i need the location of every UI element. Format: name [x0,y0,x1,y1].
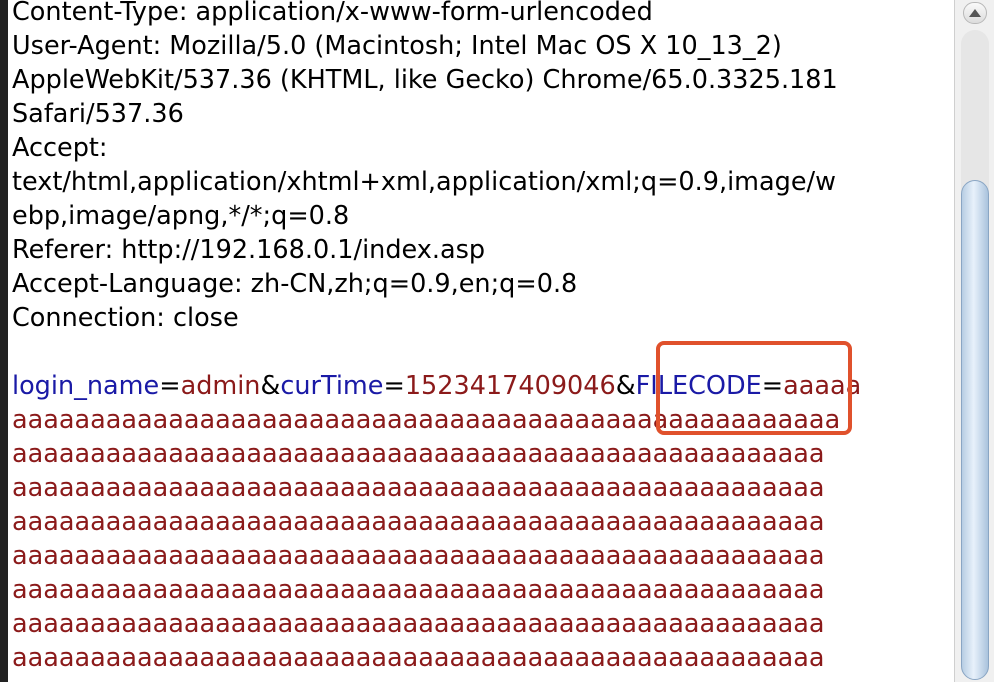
filecode-value-line: aaaaaaaaaaaaaaaaaaaaaaaaaaaaaaaaaaaaaaaa… [12,439,825,469]
ampersand: & [260,371,281,401]
equals-sign: = [383,371,405,401]
scroll-up-button[interactable] [963,2,987,24]
filecode-value-line: aaaaaaaaaaaaaaaaaaaaaaaaaaaaaaaaaaaaaaaa… [12,643,825,673]
param-value-curtime: 1523417409046 [404,371,616,401]
header-line: AppleWebKit/537.36 (KHTML, like Gecko) C… [12,65,838,95]
header-line: ebp,image/apng,*/*;q=0.8 [12,201,350,231]
header-line: Accept: [12,133,108,163]
header-line: Content-Type: application/x-www-form-url… [12,0,653,27]
filecode-value-line: aaaaaaaaaaaaaaaaaaaaaaaaaaaaaaaaaaaaaaaa… [12,541,825,571]
header-line: Safari/537.36 [12,99,184,129]
background-edge [0,0,8,682]
request-viewer-pane[interactable]: Content-Type: application/x-www-form-url… [8,0,954,682]
header-line: User-Agent: Mozilla/5.0 (Macintosh; Inte… [12,31,782,61]
vertical-scrollbar[interactable] [954,0,994,682]
param-key-login-name: login_name [12,371,160,401]
param-value-admin: admin [180,371,261,401]
filecode-highlight-box [656,341,852,435]
header-line: Referer: http://192.168.0.1/index.asp [12,235,486,265]
param-key-curtime: curTime [280,371,384,401]
raw-request-text: Content-Type: application/x-www-form-url… [12,0,952,675]
header-line: text/html,application/xhtml+xml,applicat… [12,167,836,197]
scroll-thumb[interactable] [961,180,989,680]
header-line: Accept-Language: zh-CN,zh;q=0.9,en;q=0.8 [12,269,578,299]
header-line: Connection: close [12,303,239,333]
filecode-value-line: aaaaaaaaaaaaaaaaaaaaaaaaaaaaaaaaaaaaaaaa… [12,575,825,605]
ampersand: & [615,371,636,401]
equals-sign: = [159,371,181,401]
arrow-up-icon [969,9,981,17]
filecode-value-line: aaaaaaaaaaaaaaaaaaaaaaaaaaaaaaaaaaaaaaaa… [12,609,825,639]
filecode-value-line: aaaaaaaaaaaaaaaaaaaaaaaaaaaaaaaaaaaaaaaa… [12,473,825,503]
filecode-value-line: aaaaaaaaaaaaaaaaaaaaaaaaaaaaaaaaaaaaaaaa… [12,507,825,537]
